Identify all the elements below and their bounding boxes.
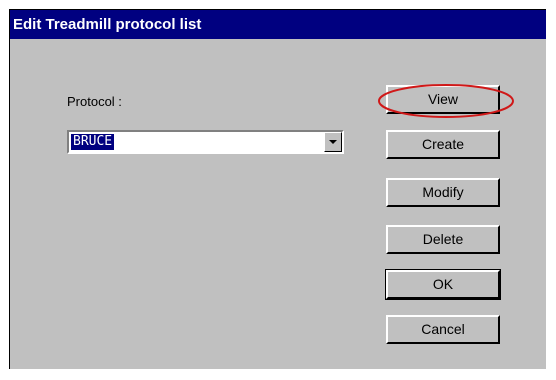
- window-title: Edit Treadmill protocol list: [10, 10, 546, 39]
- protocol-selected-value: BRUCE: [71, 134, 115, 150]
- view-button[interactable]: View: [386, 85, 500, 114]
- modify-button[interactable]: Modify: [386, 178, 500, 207]
- edit-protocol-dialog: Edit Treadmill protocol list Protocol : …: [9, 9, 546, 369]
- create-button[interactable]: Create: [386, 130, 500, 159]
- chevron-down-icon[interactable]: [324, 132, 342, 152]
- protocol-label: Protocol :: [67, 94, 122, 109]
- protocol-select[interactable]: BRUCE: [67, 130, 344, 154]
- cancel-button[interactable]: Cancel: [386, 315, 500, 344]
- delete-button[interactable]: Delete: [386, 225, 500, 254]
- ok-button[interactable]: OK: [385, 269, 501, 300]
